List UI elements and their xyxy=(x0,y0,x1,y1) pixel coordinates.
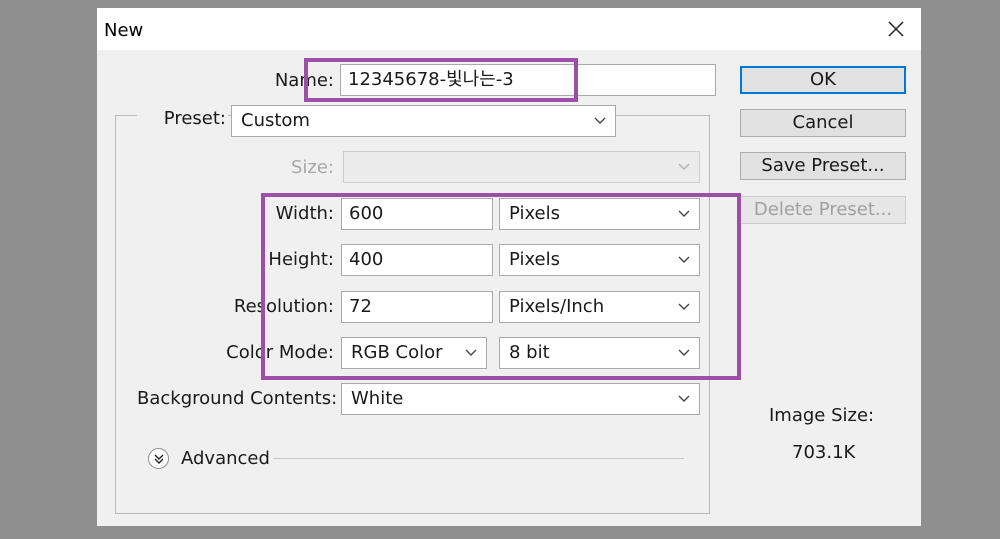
name-input[interactable]: 12345678-빛나는-3 xyxy=(340,64,716,96)
height-unit-value: Pixels xyxy=(509,249,561,270)
new-document-dialog: New Name: 12345678-빛나는-3 Preset: Custom … xyxy=(97,8,921,526)
chevron-down-icon xyxy=(678,395,690,402)
preset-select[interactable]: Custom xyxy=(231,105,616,137)
resolution-unit-select[interactable]: Pixels/Inch xyxy=(499,291,700,323)
resolution-unit-value: Pixels/Inch xyxy=(509,296,605,317)
chevron-down-icon xyxy=(678,303,690,310)
chevron-down-icon xyxy=(678,210,690,217)
color-mode-label: Color Mode: xyxy=(226,342,334,363)
width-label: Width: xyxy=(275,203,334,224)
advanced-divider xyxy=(273,458,684,459)
chevron-down-icon xyxy=(678,349,690,356)
resolution-input[interactable]: 72 xyxy=(341,291,493,323)
save-preset-button[interactable]: Save Preset... xyxy=(740,152,906,180)
size-select xyxy=(343,151,700,183)
height-input[interactable]: 400 xyxy=(341,244,493,276)
delete-preset-button: Delete Preset... xyxy=(740,196,906,224)
window-title: New xyxy=(104,20,144,41)
bit-depth-select[interactable]: 8 bit xyxy=(499,337,700,369)
close-icon xyxy=(888,21,904,37)
background-contents-value: White xyxy=(351,388,404,409)
cancel-button[interactable]: Cancel xyxy=(740,109,906,137)
ok-button[interactable]: OK xyxy=(740,66,906,94)
preset-label: Preset: xyxy=(137,108,228,130)
bit-depth-value: 8 bit xyxy=(509,342,550,363)
name-label: Name: xyxy=(274,70,334,91)
advanced-label[interactable]: Advanced xyxy=(181,448,270,470)
chevron-down-icon xyxy=(594,117,606,124)
chevron-down-icon xyxy=(678,256,690,263)
width-unit-select[interactable]: Pixels xyxy=(499,198,700,230)
width-input[interactable]: 600 xyxy=(341,198,493,230)
background-contents-label: Background Contents: xyxy=(137,388,338,409)
chevron-down-icon xyxy=(678,163,690,170)
color-mode-value: RGB Color xyxy=(351,342,443,363)
color-mode-select[interactable]: RGB Color xyxy=(341,337,487,369)
resolution-label: Resolution: xyxy=(233,296,334,317)
background-contents-select[interactable]: White xyxy=(341,383,700,415)
title-bar: New xyxy=(97,8,921,50)
width-unit-value: Pixels xyxy=(509,203,561,224)
size-label: Size: xyxy=(290,157,334,178)
image-size-value: 703.1K xyxy=(792,442,856,463)
preset-value: Custom xyxy=(241,110,310,131)
chevron-down-icon xyxy=(465,349,477,356)
double-chevron-down-icon xyxy=(154,454,163,464)
image-size-label: Image Size: xyxy=(769,405,875,426)
height-unit-select[interactable]: Pixels xyxy=(499,244,700,276)
advanced-toggle[interactable] xyxy=(148,448,169,469)
close-button[interactable] xyxy=(877,14,915,44)
height-label: Height: xyxy=(268,249,334,270)
